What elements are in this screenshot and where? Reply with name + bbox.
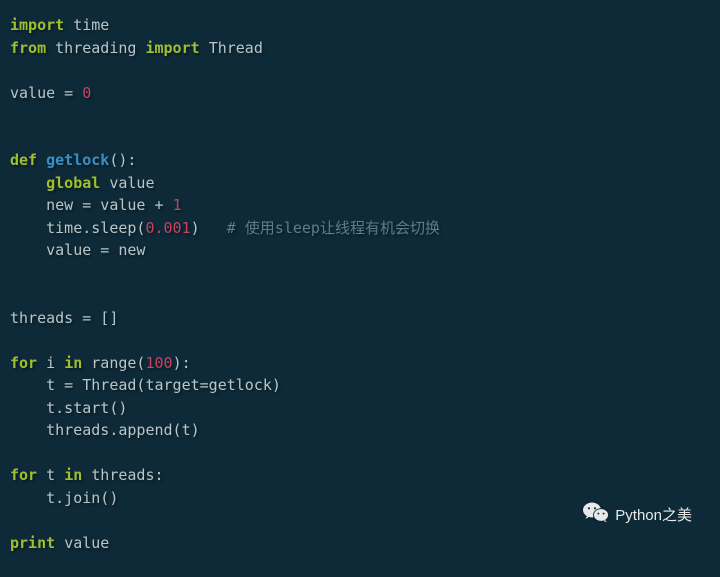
- op-eq: =: [55, 84, 82, 102]
- module-threading: threading: [55, 39, 136, 57]
- num-100: 100: [145, 354, 172, 372]
- num-0: 0: [82, 84, 91, 102]
- code-line-4: value = 0: [10, 84, 91, 102]
- code-line-7: def getlock():: [10, 151, 136, 169]
- call-sleep: time.sleep(: [46, 219, 145, 237]
- indent: [10, 196, 46, 214]
- kw-for: for: [10, 466, 37, 484]
- kw-print: print: [10, 534, 55, 552]
- thread-start: t.start(): [46, 399, 127, 417]
- kw-def: def: [10, 151, 37, 169]
- threads-init: threads = []: [10, 309, 118, 327]
- watermark-text: Python之美: [615, 505, 692, 528]
- kw-global: global: [46, 174, 100, 192]
- code-line-9: new = value + 1: [10, 196, 182, 214]
- class-thread: Thread: [209, 39, 263, 57]
- var-value: value: [10, 84, 55, 102]
- code-line-24: print value: [10, 534, 109, 552]
- indent: [10, 489, 46, 507]
- indent: [10, 219, 46, 237]
- close-paren: ): [191, 219, 200, 237]
- comment-sleep: # 使用sleep让线程有机会切换: [227, 219, 440, 237]
- gap: [200, 219, 227, 237]
- code-line-8: global value: [10, 174, 155, 192]
- indent: [10, 399, 46, 417]
- kw-in: in: [64, 354, 82, 372]
- kw-for: for: [10, 354, 37, 372]
- kw-import: import: [145, 39, 199, 57]
- kw-in: in: [64, 466, 82, 484]
- kw-from: from: [10, 39, 46, 57]
- assign-value: value = new: [46, 241, 145, 259]
- watermark: Python之美: [558, 479, 692, 554]
- kw-import: import: [10, 16, 64, 34]
- code-line-17: t = Thread(target=getlock): [10, 376, 281, 394]
- num-1: 1: [173, 196, 182, 214]
- code-line-16: for i in range(100):: [10, 354, 191, 372]
- threads-append: threads.append(t): [46, 421, 200, 439]
- var-t: t: [37, 466, 64, 484]
- code-line-10: time.sleep(0.001) # 使用sleep让线程有机会切换: [10, 219, 440, 237]
- var-value: value: [64, 534, 109, 552]
- indent: [10, 421, 46, 439]
- code-line-22: t.join(): [10, 489, 118, 507]
- thread-join: t.join(): [46, 489, 118, 507]
- indent: [10, 241, 46, 259]
- code-line-2: from threading import Thread: [10, 39, 263, 57]
- wechat-icon: [558, 479, 609, 554]
- indent: [10, 376, 46, 394]
- fn-getlock: getlock: [46, 151, 109, 169]
- thread-create: t = Thread(target=getlock): [46, 376, 281, 394]
- sp: [55, 534, 64, 552]
- num-0001: 0.001: [145, 219, 190, 237]
- code-line-21: for t in threads:: [10, 466, 164, 484]
- indent: [10, 174, 46, 192]
- module-time: time: [73, 16, 109, 34]
- var-value: value: [100, 174, 154, 192]
- assign-new: new = value +: [46, 196, 172, 214]
- parens: ():: [109, 151, 136, 169]
- code-line-18: t.start(): [10, 399, 127, 417]
- code-line-14: threads = []: [10, 309, 118, 327]
- code-block: import time from threading import Thread…: [0, 0, 720, 577]
- code-line-19: threads.append(t): [10, 421, 200, 439]
- code-line-11: value = new: [10, 241, 145, 259]
- range-call: range(: [82, 354, 145, 372]
- var-i: i: [37, 354, 64, 372]
- iter-threads: threads:: [82, 466, 163, 484]
- end-colon: ):: [173, 354, 191, 372]
- code-line-1: import time: [10, 16, 109, 34]
